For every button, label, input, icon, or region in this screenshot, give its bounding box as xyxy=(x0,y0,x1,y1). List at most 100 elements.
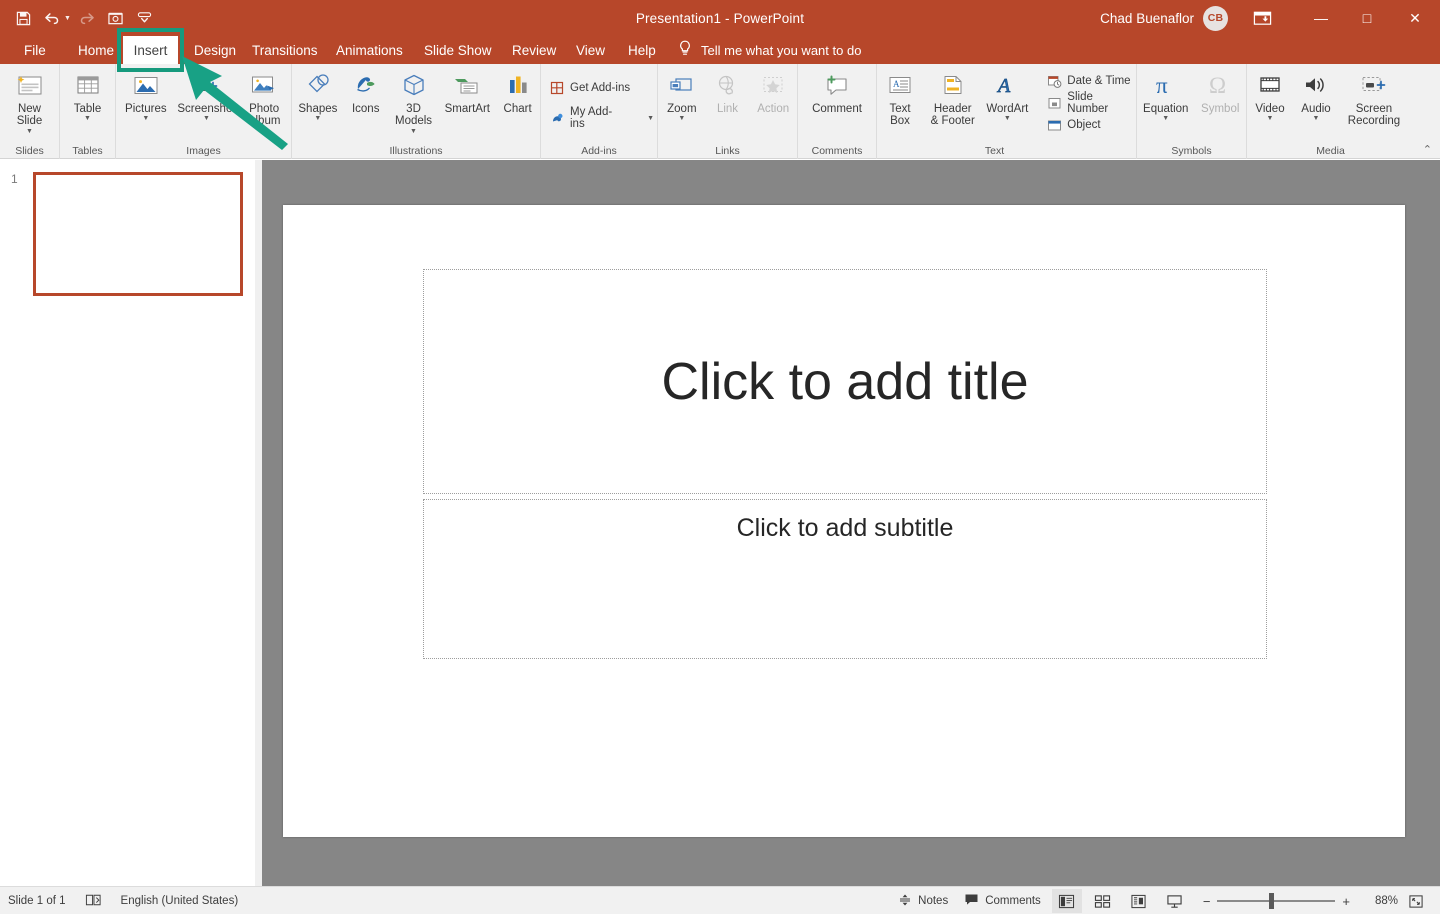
video-caret[interactable]: ▼ xyxy=(1267,116,1274,122)
speaker-icon xyxy=(1302,70,1330,100)
object-button[interactable]: Object xyxy=(1044,114,1136,136)
action-icon xyxy=(759,70,787,100)
tab-home[interactable]: Home xyxy=(66,36,126,64)
audio-button[interactable]: Audio ▼ xyxy=(1293,66,1339,140)
powerpoint-window: ▼ Presentation1 - PowerPoint Chad Buenaf… xyxy=(0,0,1440,914)
text-box-button[interactable]: A Text Box xyxy=(877,66,923,140)
zoom-out-button[interactable]: − xyxy=(1203,894,1211,909)
screenshot-button[interactable]: Screenshot ▼ xyxy=(176,66,238,140)
maximize-button[interactable]: □ xyxy=(1344,0,1390,36)
ribbon-group-links: Zoom ▼ Link Action Links xyxy=(658,64,798,159)
tab-file[interactable]: File xyxy=(12,36,58,64)
shapes-button[interactable]: Shapes ▼ xyxy=(292,66,344,140)
comments-icon xyxy=(964,893,979,909)
fit-slide-to-window-button[interactable] xyxy=(1401,889,1431,913)
slide-show-view-button[interactable] xyxy=(1160,889,1190,913)
shapes-caret[interactable]: ▼ xyxy=(314,116,321,122)
tab-view[interactable]: View xyxy=(564,36,617,64)
normal-view-button[interactable] xyxy=(1052,889,1082,913)
symbol-label: Symbol xyxy=(1201,103,1239,115)
comment-button[interactable]: Comment xyxy=(798,66,876,140)
tab-animations[interactable]: Animations xyxy=(324,36,415,64)
subtitle-placeholder[interactable]: Click to add subtitle xyxy=(423,499,1267,659)
tab-review[interactable]: Review xyxy=(500,36,568,64)
wordart-caret[interactable]: ▼ xyxy=(1004,116,1011,122)
date-and-time-button[interactable]: Date & Time xyxy=(1044,70,1136,92)
get-add-ins-button[interactable]: Get Add-ins xyxy=(547,77,657,99)
action-button: Action xyxy=(749,66,797,140)
smartart-button[interactable]: SmartArt xyxy=(439,66,495,140)
3d-models-button[interactable]: 3D Models ▼ xyxy=(388,66,440,140)
tab-help[interactable]: Help xyxy=(616,36,668,64)
my-add-ins-button[interactable]: My Add-ins ▼ xyxy=(547,107,657,129)
tab-transitions[interactable]: Transitions xyxy=(240,36,330,64)
slide-surface[interactable]: Click to add title Click to add subtitle xyxy=(283,205,1405,837)
account-area[interactable]: Chad Buenaflor CB xyxy=(1100,0,1228,36)
screen-recording-label: Screen Recording xyxy=(1348,103,1400,128)
header-and-footer-button[interactable]: Header & Footer xyxy=(923,66,982,140)
tell-me-search[interactable]: Tell me what you want to do xyxy=(678,36,861,64)
header-footer-icon xyxy=(940,70,966,100)
close-button[interactable]: ✕ xyxy=(1390,0,1440,36)
table-caret[interactable]: ▼ xyxy=(84,116,91,122)
reading-view-button[interactable] xyxy=(1124,889,1154,913)
equation-caret[interactable]: ▼ xyxy=(1162,116,1169,122)
pictures-button[interactable]: Pictures ▼ xyxy=(116,66,176,140)
wordart-button[interactable]: A WordArt ▼ xyxy=(982,66,1032,140)
screenshot-caret[interactable]: ▼ xyxy=(203,116,210,122)
link-label: Link xyxy=(717,103,738,115)
slide-thumbnail-number: 1 xyxy=(11,172,18,186)
new-slide-caret[interactable]: ▼ xyxy=(26,129,33,135)
slide-count-label[interactable]: Slide 1 of 1 xyxy=(8,895,66,907)
slide-thumbnail-1[interactable] xyxy=(33,172,243,296)
icons-button[interactable]: Icons xyxy=(344,66,388,140)
minimize-button[interactable]: — xyxy=(1298,0,1344,36)
table-button[interactable]: Table ▼ xyxy=(60,66,115,140)
equation-button[interactable]: π Equation ▼ xyxy=(1137,66,1194,140)
avatar[interactable]: CB xyxy=(1203,6,1228,31)
zoom-thumb[interactable] xyxy=(1269,893,1274,909)
ribbon-display-options-icon[interactable] xyxy=(1250,8,1274,28)
slide-sorter-view-button[interactable] xyxy=(1088,889,1118,913)
chart-button[interactable]: Chart xyxy=(495,66,540,140)
tab-slide-show[interactable]: Slide Show xyxy=(412,36,504,64)
thumbnail-scrollbar[interactable] xyxy=(255,160,262,886)
my-add-ins-caret[interactable]: ▼ xyxy=(647,115,654,122)
ribbon: New Slide ▼ Slides Table ▼ Tables xyxy=(0,64,1440,159)
screenshot-label: Screenshot xyxy=(177,103,235,115)
zoom-track[interactable] xyxy=(1217,900,1335,902)
collapse-ribbon-button[interactable]: ⌃ xyxy=(1423,143,1432,156)
icons-label: Icons xyxy=(352,103,380,115)
photo-album-caret[interactable]: ▼ xyxy=(261,129,268,135)
shapes-label: Shapes xyxy=(298,103,337,115)
zoom-label: Zoom xyxy=(667,103,696,115)
pictures-caret[interactable]: ▼ xyxy=(142,116,149,122)
zoom-caret[interactable]: ▼ xyxy=(678,116,685,122)
svg-text:π: π xyxy=(1156,73,1168,98)
zoom-button[interactable]: Zoom ▼ xyxy=(658,66,706,140)
video-button[interactable]: Video ▼ xyxy=(1247,66,1293,140)
title-placeholder[interactable]: Click to add title xyxy=(423,269,1267,494)
comments-button[interactable]: Comments xyxy=(956,890,1049,912)
table-label: Table xyxy=(74,103,102,115)
tab-design[interactable]: Design xyxy=(182,36,248,64)
photo-album-button[interactable]: Photo Album ▼ xyxy=(237,66,291,140)
object-label: Object xyxy=(1067,119,1100,131)
new-slide-button[interactable]: New Slide ▼ xyxy=(0,66,59,140)
account-name: Chad Buenaflor xyxy=(1100,11,1194,26)
audio-caret[interactable]: ▼ xyxy=(1313,116,1320,122)
zoom-slider[interactable]: − + xyxy=(1193,894,1360,909)
notes-button[interactable]: Notes xyxy=(890,890,956,912)
group-label-links: Links xyxy=(658,145,797,157)
screen-recording-button[interactable]: Screen Recording xyxy=(1339,66,1409,140)
3d-models-label: 3D Models xyxy=(395,103,432,128)
zoom-in-button[interactable]: + xyxy=(1342,894,1350,909)
ribbon-group-illustrations: Shapes ▼ Icons 3D Models ▼ xyxy=(292,64,541,159)
3d-models-caret[interactable]: ▼ xyxy=(410,129,417,135)
slide-number-button[interactable]: Slide Number xyxy=(1044,92,1136,114)
accessibility-icon[interactable] xyxy=(85,893,102,910)
language-label[interactable]: English (United States) xyxy=(121,895,239,907)
symbol-button: Ω Symbol xyxy=(1194,66,1246,140)
zoom-percent-label[interactable]: 88% xyxy=(1360,895,1398,907)
tab-insert[interactable]: Insert xyxy=(123,36,178,64)
